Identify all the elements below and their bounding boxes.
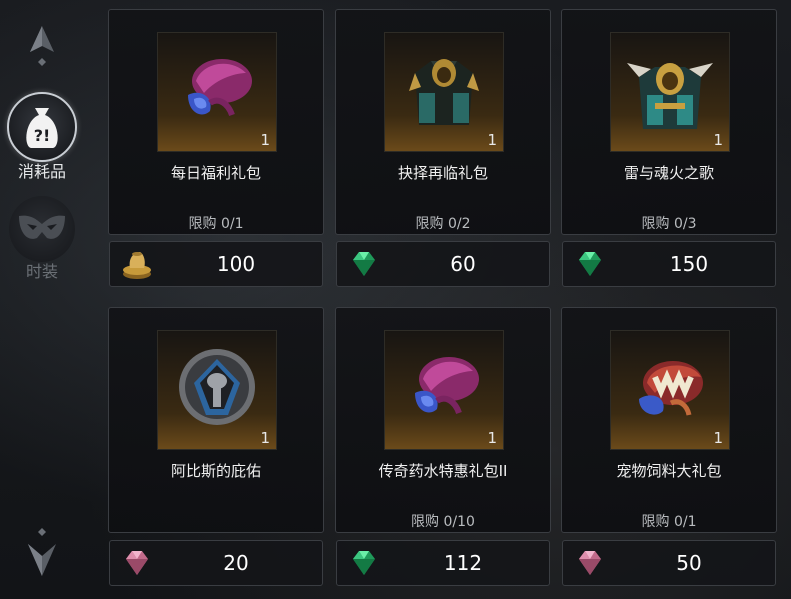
item-thumbnail: 1 — [157, 330, 277, 450]
buy-button[interactable]: 60 — [336, 241, 550, 287]
buy-button[interactable]: 20 — [109, 540, 323, 586]
green-gem-icon — [353, 551, 375, 575]
item-thumbnail: 1 — [610, 330, 730, 450]
item-quantity: 1 — [487, 429, 497, 447]
scroll-down-arrow-icon[interactable] — [26, 526, 58, 578]
price-value: 112 — [443, 551, 483, 575]
item-thumbnail: 1 — [157, 32, 277, 152]
buy-button[interactable]: 112 — [336, 540, 550, 586]
sidebar-item-label: 消耗品 — [17, 162, 66, 181]
item-quantity: 1 — [260, 131, 270, 149]
item-quantity: 1 — [487, 131, 497, 149]
purchase-limit: 限购 0/2 — [415, 216, 471, 232]
pink-gem-icon — [579, 551, 601, 575]
shop-item-card[interactable]: 1 每日福利礼包 限购 0/1 — [108, 9, 324, 235]
buy-button[interactable]: 50 — [562, 540, 776, 586]
item-quantity: 1 — [713, 429, 723, 447]
item-name: 抉择再临礼包 — [397, 164, 488, 182]
item-thumbnail: 1 — [610, 32, 730, 152]
item-thumbnail: 1 — [384, 330, 504, 450]
price-value: 150 — [669, 252, 709, 276]
green-gem-icon — [353, 252, 375, 276]
item-name: 宠物饲料大礼包 — [616, 462, 722, 480]
item-name: 传奇药水特惠礼包II — [378, 462, 508, 480]
shop-item-card[interactable]: 1 宠物饲料大礼包 限购 0/1 — [561, 307, 777, 533]
sidebar-item-label: 时装 — [25, 262, 58, 281]
green-gem-icon — [579, 252, 601, 276]
shop-item-card[interactable]: 1 雷与魂火之歌 限购 0/3 — [561, 9, 777, 235]
mask-icon — [9, 196, 75, 262]
pink-gem-icon — [126, 551, 148, 575]
price-value: 100 — [216, 252, 256, 276]
gift-bag-icon — [188, 59, 252, 117]
item-quantity: 1 — [260, 429, 270, 447]
shop-item-card[interactable]: 1 抉择再临礼包 限购 0/2 — [335, 9, 551, 235]
item-quantity: 1 — [713, 131, 723, 149]
item-thumbnail: 1 — [384, 32, 504, 152]
purchase-limit: 限购 0/10 — [411, 514, 475, 530]
shop-screen: ?! 消耗品 时装 1 每日福利礼包 限购 0/1 100 1 抉择再临礼包 限… — [0, 0, 791, 599]
sidebar-item-fashion[interactable]: 时装 — [3, 196, 81, 282]
gold-coin-icon — [123, 252, 151, 279]
emblem-medal-icon — [179, 349, 255, 425]
consumable-bag-icon: ?! — [7, 92, 77, 162]
item-name: 阿比斯的庇佑 — [170, 462, 261, 480]
winged-armor-icon — [627, 63, 713, 129]
price-value: 50 — [676, 551, 702, 575]
item-name: 雷与魂火之歌 — [623, 164, 714, 182]
pet-food-pack-icon — [639, 361, 703, 416]
buy-button[interactable]: 150 — [562, 241, 776, 287]
scroll-up-arrow-icon[interactable] — [28, 24, 56, 68]
purchase-limit: 限购 0/1 — [641, 514, 697, 530]
svg-text:?!: ?! — [34, 126, 51, 145]
shop-item-card[interactable]: 1 传奇药水特惠礼包II 限购 0/10 — [335, 307, 551, 533]
price-value: 60 — [450, 252, 476, 276]
gift-bag-icon — [415, 357, 479, 415]
price-value: 20 — [223, 551, 249, 575]
item-name: 每日福利礼包 — [170, 164, 261, 182]
purchase-limit: 限购 0/3 — [641, 216, 697, 232]
shop-item-card[interactable]: 1 阿比斯的庇佑 — [108, 307, 324, 533]
buy-button[interactable]: 100 — [109, 241, 323, 287]
sidebar-item-consumables[interactable]: ?! 消耗品 — [3, 92, 81, 182]
purchase-limit: 限购 0/1 — [188, 216, 244, 232]
category-sidebar: ?! 消耗品 时装 — [0, 0, 86, 599]
dark-armor-icon — [409, 59, 479, 125]
